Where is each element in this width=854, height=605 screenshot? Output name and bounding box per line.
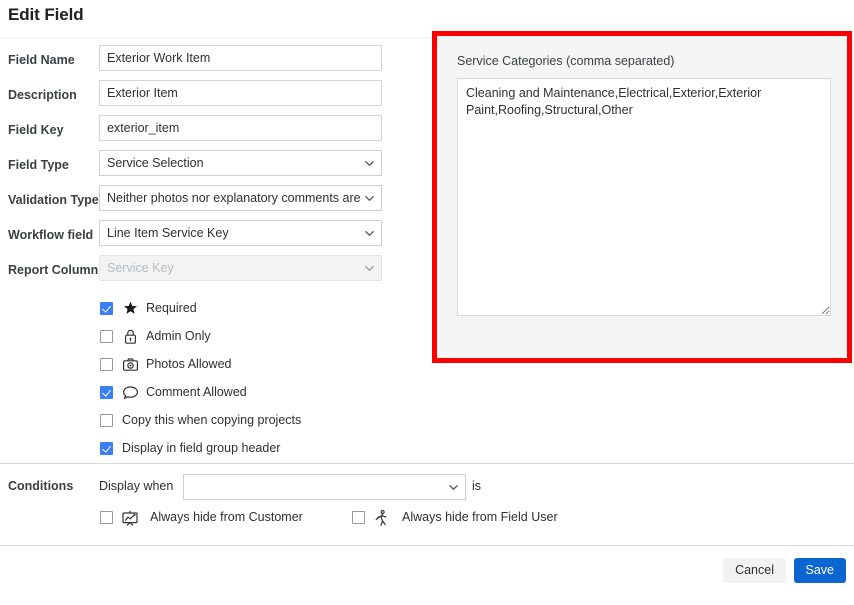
option-row-required: Required <box>0 297 430 325</box>
form-row-validation-type: Validation Type Neither photos nor expla… <box>0 185 430 220</box>
option-row-display-in-group-header: Display in field group header <box>0 437 430 465</box>
form-row-report-column: Report Column Service Key <box>0 255 430 290</box>
label-field-name: Field Name <box>8 53 75 67</box>
admin-only-checkbox[interactable] <box>100 330 113 343</box>
hide-from-customer-label: Always hide from Customer <box>150 510 303 524</box>
form-row-description: Description <box>0 80 430 115</box>
hide-from-field-user-checkbox[interactable] <box>352 511 365 524</box>
field-options-list: Required Admin Only Photos Allowed Comme… <box>0 297 430 465</box>
option-row-copy-when-copying: Copy this when copying projects <box>0 409 430 437</box>
display-in-group-header-label: Display in field group header <box>122 441 281 455</box>
page-title: Edit Field <box>8 5 84 24</box>
label-workflow-field: Workflow field <box>8 228 94 242</box>
field-name-input[interactable] <box>99 45 382 71</box>
field-type-select[interactable]: Service Selection <box>99 150 382 176</box>
option-row-admin-only: Admin Only <box>0 325 430 353</box>
footer-divider <box>0 545 854 546</box>
field-form: Field Name Description Field Key Field T… <box>0 45 430 290</box>
hide-from-field-user-label: Always hide from Field User <box>402 510 558 524</box>
lock-icon <box>122 328 139 345</box>
condition-toggles: Always hide from Customer Always hide fr… <box>0 505 854 531</box>
description-input[interactable] <box>99 80 382 106</box>
star-icon <box>122 300 139 317</box>
conditions-section-label: Conditions <box>8 479 74 493</box>
report-column-select[interactable]: Service Key <box>99 255 382 281</box>
comment-bubble-icon <box>122 384 139 401</box>
conditions-divider <box>0 463 854 464</box>
service-categories-highlight-box: Service Categories (comma separated) Cle… <box>432 31 852 363</box>
save-button[interactable]: Save <box>793 558 846 583</box>
copy-when-copying-checkbox[interactable] <box>100 414 113 427</box>
photos-allowed-checkbox[interactable] <box>100 358 113 371</box>
field-worker-icon <box>373 509 391 527</box>
hide-from-customer-checkbox[interactable] <box>100 511 113 524</box>
workflow-field-select[interactable]: Line Item Service Key <box>99 220 382 246</box>
form-row-workflow-field: Workflow field Line Item Service Key <box>0 220 430 255</box>
comment-allowed-checkbox[interactable] <box>100 386 113 399</box>
option-row-comment-allowed: Comment Allowed <box>0 381 430 409</box>
camera-icon <box>122 356 139 373</box>
label-field-key: Field Key <box>8 123 64 137</box>
form-row-field-type: Field Type Service Selection <box>0 150 430 185</box>
copy-when-copying-label: Copy this when copying projects <box>122 413 302 427</box>
comment-allowed-label: Comment Allowed <box>146 385 247 399</box>
form-row-field-key: Field Key <box>0 115 430 150</box>
label-report-column: Report Column <box>8 263 99 277</box>
display-when-label: Display when <box>99 479 174 493</box>
field-key-input[interactable] <box>99 115 382 141</box>
label-description: Description <box>8 88 77 102</box>
required-checkbox[interactable] <box>100 302 113 315</box>
photos-allowed-label: Photos Allowed <box>146 357 232 371</box>
form-row-field-name: Field Name <box>0 45 430 80</box>
cancel-button[interactable]: Cancel <box>723 558 786 583</box>
validation-type-select[interactable]: Neither photos nor explanatory comments … <box>99 185 382 211</box>
service-categories-panel: Service Categories (comma separated) Cle… <box>437 36 847 358</box>
admin-only-label: Admin Only <box>146 329 211 343</box>
required-label: Required <box>146 301 197 315</box>
option-row-photos-allowed: Photos Allowed <box>0 353 430 381</box>
presentation-chart-icon <box>121 509 139 527</box>
condition-is-label: is <box>472 479 482 493</box>
display-in-group-header-checkbox[interactable] <box>100 442 113 455</box>
display-when-select[interactable] <box>183 474 466 500</box>
service-categories-textarea[interactable]: Cleaning and Maintenance,Electrical,Exte… <box>457 78 831 316</box>
service-categories-label: Service Categories (comma separated) <box>457 54 675 68</box>
label-field-type: Field Type <box>8 158 69 172</box>
edit-field-page: Edit Field Field Name Description Field … <box>0 0 854 605</box>
label-validation-type: Validation Type <box>8 193 99 207</box>
